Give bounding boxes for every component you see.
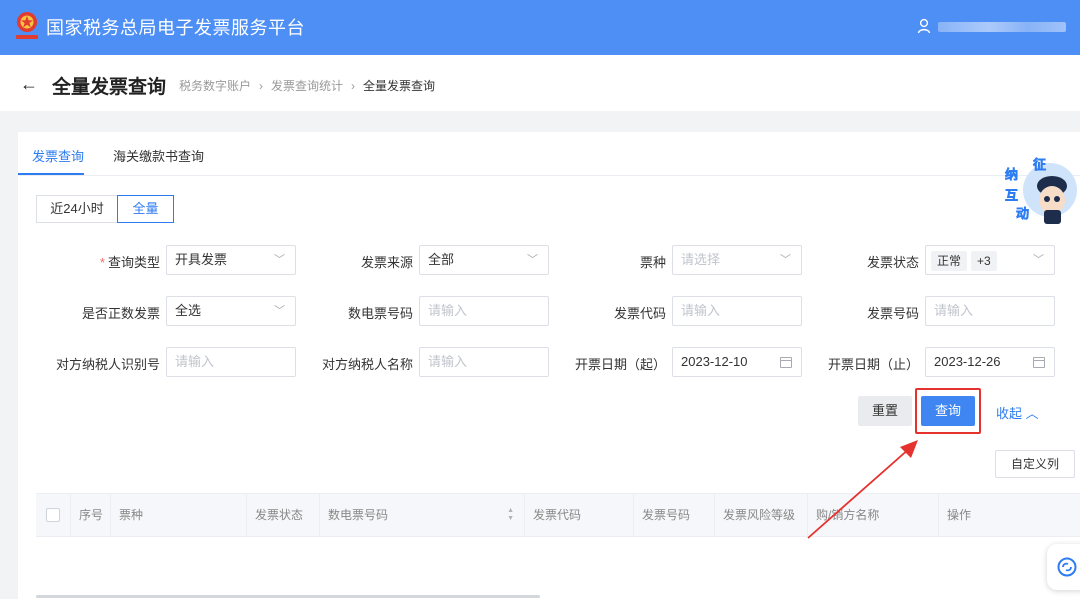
active-tab-indicator [18,173,84,175]
invoice-no-input[interactable]: 请输入 [925,296,1055,326]
digital-no-label: 数电票号码 [347,306,413,321]
mascot-char: 动 [1016,207,1029,222]
date-end-label: 开票日期（止） [827,357,919,372]
annotation-arrow [807,440,918,539]
column-header: 操作 [938,494,1080,536]
tab-customs-query[interactable]: 海关缴款书查询 [113,146,204,165]
query-button-highlight [915,388,981,434]
horizontal-scrollbar[interactable] [36,595,540,598]
page-title: 全量发票查询 [52,77,167,98]
tab-invoice-query[interactable]: 发票查询 [32,146,84,165]
tab-bar: 发票查询 海关缴款书查询 [18,132,1080,176]
status-more-tag: +3 [971,250,997,271]
date-end-picker[interactable]: 2023-12-26 [925,347,1055,377]
app-title: 国家税务总局电子发票服务平台 [46,18,305,38]
date-start-picker[interactable]: 2023-12-10 [672,347,802,377]
back-arrow-icon[interactable]: ← [20,75,38,93]
range-all-button[interactable]: 全量 [117,195,174,223]
chevron-up-icon: ︿ [1025,406,1039,421]
counterparty-name-input[interactable]: 请输入 [419,347,549,377]
invoice-status-label: 发票状态 [866,255,919,270]
counterparty-id-input[interactable]: 请输入 [166,347,296,377]
breadcrumb-separator-icon: › [351,79,356,93]
column-header: 发票风险等级 [714,494,807,536]
digital-no-input[interactable]: 请输入 [419,296,549,326]
user-name-redacted[interactable] [938,22,1066,32]
reset-button[interactable]: 重置 [858,396,912,426]
date-start-label: 开票日期（起） [574,357,666,372]
column-header: 发票代码 [524,494,633,536]
calendar-icon [780,357,792,368]
tax-interaction-mascot[interactable]: 征 纳 互 动 [996,148,1080,226]
column-header: 发票状态 [246,494,319,536]
is-positive-label: 是否正数发票 [81,306,160,321]
mascot-char: 互 [1005,189,1018,204]
column-header: 发票号码 [633,494,714,536]
invoice-status-select[interactable]: 正常 +3 ﹀ [925,245,1055,275]
chevron-down-icon: ﹀ [780,254,791,266]
sort-icon[interactable]: ▲ ▼ [507,507,514,523]
range-last-24h-button[interactable]: 近24小时 [36,195,118,223]
mascot-char: 征 [1033,157,1046,173]
column-header: 票种 [110,494,246,536]
select-all-checkbox[interactable] [46,508,60,522]
invoice-source-select[interactable]: 全部 ﹀ [419,245,549,275]
chevron-down-icon: ﹀ [527,254,538,266]
invoice-code-label: 发票代码 [613,306,666,321]
select-all-cell [36,494,70,536]
floating-help-button[interactable] [1047,544,1080,590]
custom-columns-button[interactable]: 自定义列 [995,450,1075,478]
breadcrumb: 税务数字账户 › 发票查询统计 › 全量发票查询 [179,77,435,94]
user-icon[interactable] [917,18,931,34]
chevron-down-icon: ﹀ [274,305,285,317]
breadcrumb-item[interactable]: 税务数字账户 [179,79,251,93]
breadcrumb-item[interactable]: 发票查询统计 [271,79,343,93]
calendar-icon [1033,357,1045,368]
breadcrumb-separator-icon: › [259,79,264,93]
status-tag[interactable]: 正常 [931,250,968,271]
mascot-char: 纳 [1005,167,1018,183]
column-header-sortable[interactable]: 数电票号码 ▲ ▼ [319,494,524,536]
query-type-label: * 查询类型 [99,255,160,270]
query-type-select[interactable]: 开具发票 ﹀ [166,245,296,275]
ticket-type-label: 票种 [639,255,666,270]
counterparty-name-label: 对方纳税人名称 [321,357,413,372]
tax-emblem-logo [16,12,38,39]
refresh-assistant-icon [1057,557,1077,577]
invoice-no-label: 发票号码 [866,306,919,321]
column-header: 序号 [70,494,110,536]
ticket-type-select[interactable]: 请选择 ﹀ [672,245,802,275]
chevron-down-icon: ﹀ [274,254,285,266]
breadcrumb-current: 全量发票查询 [363,79,436,93]
counterparty-id-label: 对方纳税人识别号 [55,357,160,372]
invoice-code-input[interactable]: 请输入 [672,296,802,326]
chevron-down-icon: ﹀ [1033,254,1044,266]
collapse-toggle[interactable]: 收起 ︿ [996,403,1039,422]
is-positive-select[interactable]: 全选 ﹀ [166,296,296,326]
top-header: 国家税务总局电子发票服务平台 [0,0,1080,55]
page-header: ← 全量发票查询 税务数字账户 › 发票查询统计 › 全量发票查询 [0,55,1080,111]
invoice-source-label: 发票来源 [360,255,413,270]
